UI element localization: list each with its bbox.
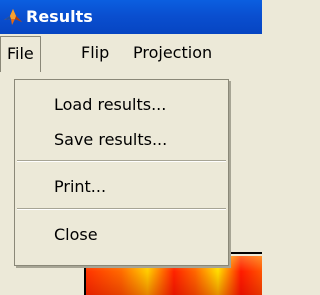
menu-file[interactable]: File xyxy=(0,36,41,72)
menu-separator xyxy=(17,160,226,162)
menu-projection[interactable]: Projection xyxy=(127,36,218,70)
file-menu-dropdown: Load results... Save results... Print...… xyxy=(14,79,229,266)
title-bar: Results xyxy=(0,0,262,34)
menu-separator xyxy=(17,208,226,210)
window-title: Results xyxy=(26,7,93,26)
menu-item-save-results[interactable]: Save results... xyxy=(15,124,228,156)
menu-item-close[interactable]: Close xyxy=(15,219,228,251)
menu-flip[interactable]: Flip xyxy=(75,36,115,70)
menu-bar: File Flip Projection xyxy=(0,34,262,80)
matlab-icon[interactable] xyxy=(3,7,23,27)
menu-item-print[interactable]: Print... xyxy=(15,171,228,203)
menu-item-load-results[interactable]: Load results... xyxy=(15,89,228,121)
